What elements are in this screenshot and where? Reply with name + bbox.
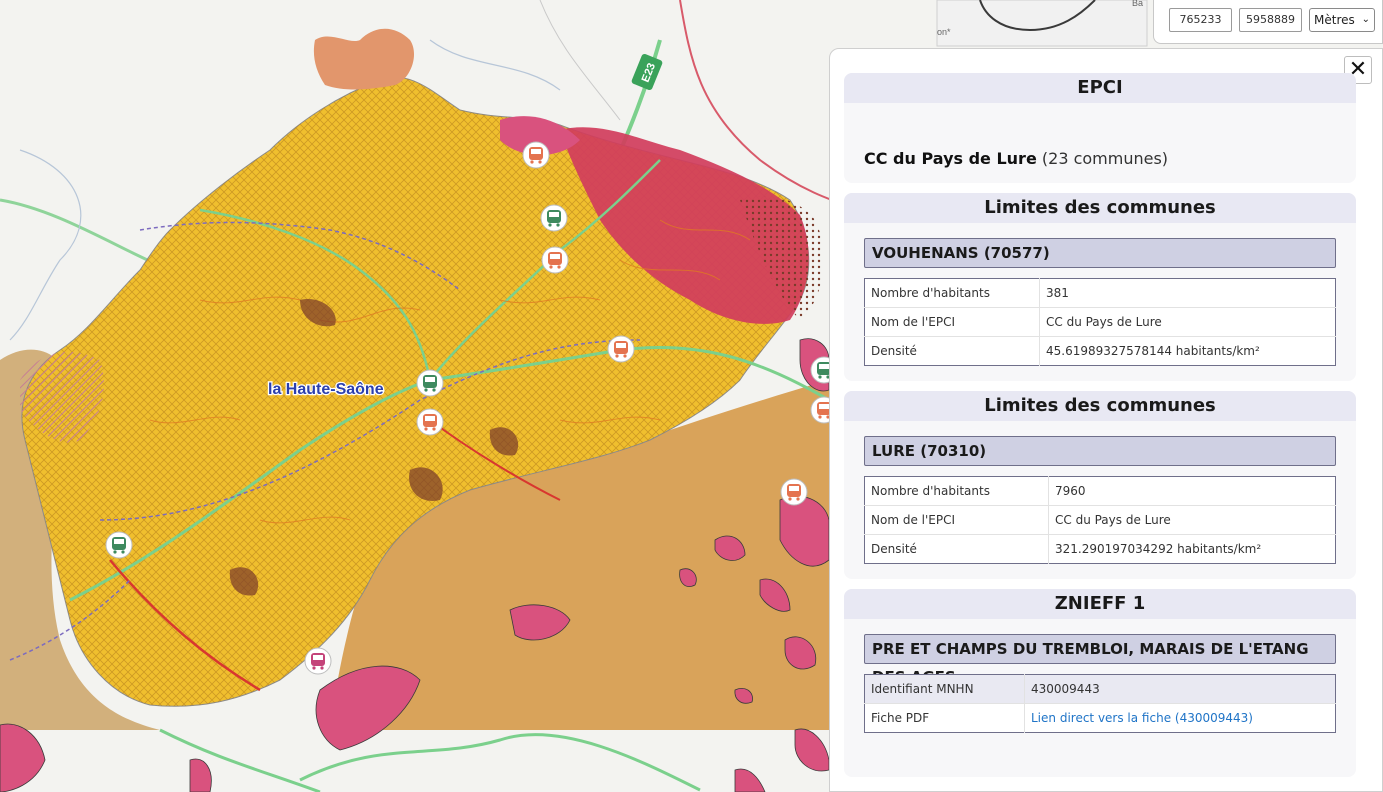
attr-value: CC du Pays de Lure bbox=[1048, 505, 1336, 535]
coord-x-input[interactable]: 765233 bbox=[1169, 8, 1232, 32]
table-row: Nom de l'EPCI CC du Pays de Lure bbox=[864, 307, 1336, 337]
commune-attributes-table: Nombre d'habitants 381 Nom de l'EPCI CC … bbox=[864, 278, 1336, 366]
epci-card: EPCI CC du Pays de Lure (23 communes) bbox=[844, 73, 1356, 183]
attr-value: 321.290197034292 habitants/km² bbox=[1055, 542, 1262, 556]
epci-title: EPCI bbox=[844, 73, 1356, 103]
epci-name: CC du Pays de Lure bbox=[864, 149, 1037, 168]
coordinate-box: 765233 5958889 Mètres ⌄ bbox=[1153, 0, 1383, 44]
inset-label-left: on* bbox=[937, 27, 951, 37]
place-label: la Haute-Saône bbox=[268, 381, 384, 398]
attr-key: Nom de l'EPCI bbox=[864, 307, 1040, 337]
table-row: Identifiant MNHN 430009443 bbox=[864, 674, 1336, 704]
pdf-link[interactable]: Lien direct vers la fiche (430009443) bbox=[1025, 704, 1336, 733]
attr-value: 45.61989327578144 habitants/km² bbox=[1046, 344, 1260, 358]
train-station-marker[interactable] bbox=[541, 246, 569, 274]
commune-title: Limites des communes bbox=[844, 391, 1356, 421]
inset-fragment: on* Ba bbox=[936, 0, 1148, 47]
znieff-title: ZNIEFF 1 bbox=[844, 589, 1356, 619]
table-row: Nombre d'habitants 381 bbox=[864, 278, 1336, 308]
attr-key: Densité bbox=[864, 336, 1040, 366]
attr-value: 7960 bbox=[1048, 476, 1336, 506]
train-station-marker[interactable] bbox=[416, 408, 444, 436]
pdf-link-text[interactable]: Lien direct vers la fiche (430009443) bbox=[1031, 711, 1253, 725]
attr-value: 430009443 bbox=[1024, 674, 1336, 704]
znieff-attributes-table: Identifiant MNHN 430009443 Fiche PDF Lie… bbox=[864, 674, 1336, 733]
unit-select[interactable]: Mètres ⌄ bbox=[1309, 8, 1375, 32]
inset-label-right: Ba bbox=[1132, 0, 1143, 8]
train-station-marker[interactable] bbox=[522, 141, 550, 169]
commune-title: Limites des communes bbox=[844, 193, 1356, 223]
table-row: Fiche PDF Lien direct vers la fiche (430… bbox=[864, 703, 1336, 733]
train-station-marker[interactable] bbox=[607, 335, 635, 363]
table-row: Densité 45.61989327578144 habitants/km² bbox=[864, 336, 1336, 366]
zone-salmon-north bbox=[313, 28, 415, 90]
epci-line: CC du Pays de Lure (23 communes) bbox=[864, 149, 1168, 168]
unit-select-value: Mètres bbox=[1314, 13, 1355, 27]
attr-key: Fiche PDF bbox=[864, 703, 1025, 733]
commune-name: VOUHENANS (70577) bbox=[864, 238, 1336, 268]
attr-key: Nom de l'EPCI bbox=[864, 505, 1049, 535]
attr-key: Nombre d'habitants bbox=[864, 476, 1049, 506]
commune-card: Limites des communes LURE (70310) Nombre… bbox=[844, 391, 1356, 579]
attr-value: 381 bbox=[1039, 278, 1336, 308]
bus-station-marker[interactable] bbox=[105, 531, 133, 559]
train-station-marker[interactable] bbox=[780, 478, 808, 506]
table-row: Nombre d'habitants 7960 bbox=[864, 476, 1336, 506]
attr-key: Identifiant MNHN bbox=[864, 674, 1025, 704]
epci-detail: (23 communes) bbox=[1041, 149, 1169, 168]
coord-y-input[interactable]: 5958889 bbox=[1239, 8, 1302, 32]
info-panel: ✕ EPCI CC du Pays de Lure (23 communes) … bbox=[829, 48, 1383, 792]
znieff-name: PRE ET CHAMPS DU TREMBLOI, MARAIS DE L'E… bbox=[864, 634, 1336, 686]
tram-station-marker[interactable] bbox=[304, 647, 332, 675]
commune-card: Limites des communes VOUHENANS (70577) N… bbox=[844, 193, 1356, 381]
chevron-down-icon: ⌄ bbox=[1361, 14, 1370, 25]
attr-key: Densité bbox=[864, 534, 1049, 564]
table-row: Densité 321.290197034292 habitants/km² bbox=[864, 534, 1336, 564]
bus-station-marker[interactable] bbox=[540, 204, 568, 232]
znieff-card: ZNIEFF 1 PRE ET CHAMPS DU TREMBLOI, MARA… bbox=[844, 589, 1356, 777]
commune-name: LURE (70310) bbox=[864, 436, 1336, 466]
table-row: Nom de l'EPCI CC du Pays de Lure bbox=[864, 505, 1336, 535]
attr-key: Nombre d'habitants bbox=[864, 278, 1040, 308]
commune-attributes-table: Nombre d'habitants 7960 Nom de l'EPCI CC… bbox=[864, 476, 1336, 564]
attr-value: CC du Pays de Lure bbox=[1039, 307, 1336, 337]
bus-station-marker[interactable] bbox=[416, 369, 444, 397]
